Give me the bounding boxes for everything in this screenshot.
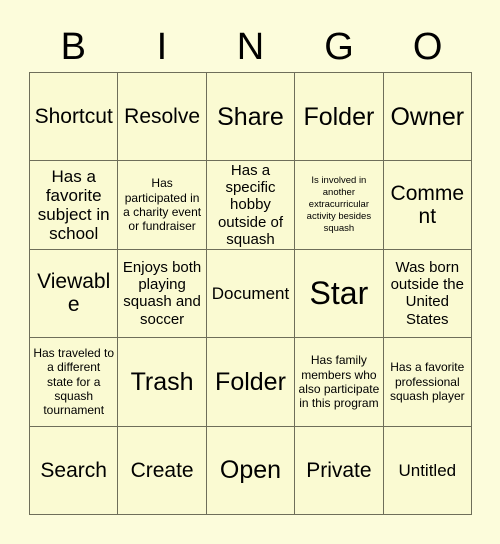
- bingo-cell-r4-c1[interactable]: Create: [118, 426, 207, 515]
- bingo-cell-r4-c4[interactable]: Untitled: [383, 426, 472, 515]
- bingo-header-letter-2: N: [236, 26, 265, 68]
- bingo-cell-label: Enjoys both playing squash and soccer: [122, 258, 202, 328]
- bingo-cell-r4-c2[interactable]: Open: [206, 426, 296, 515]
- bingo-cell-label: Share: [217, 102, 284, 131]
- bingo-cell-label: Owner: [390, 102, 465, 131]
- bingo-cell-r4-c3[interactable]: Private: [295, 426, 384, 515]
- bingo-cell-label: Folder: [303, 102, 375, 131]
- bingo-cell-r0-c4[interactable]: Owner: [383, 73, 472, 162]
- bingo-cell-label: Has traveled to a different state for a …: [33, 345, 115, 418]
- bingo-cell-r2-c4[interactable]: Was born outside the United States: [383, 249, 472, 339]
- bingo-cell-r3-c2[interactable]: Folder: [206, 338, 296, 427]
- bingo-cell-label: Comment: [390, 181, 465, 229]
- bingo-cell-r1-c2[interactable]: Has a specific hobby outside of squash: [206, 161, 296, 250]
- bingo-header-letter-0: B: [60, 26, 86, 68]
- bingo-cell-r1-c1[interactable]: Has participated in a charity event or f…: [118, 161, 207, 250]
- bingo-cell-label: Viewable: [37, 269, 111, 317]
- bingo-cell-r0-c2[interactable]: Share: [206, 73, 296, 162]
- bingo-cell-r1-c3[interactable]: Is involved in another extracurricular a…: [295, 161, 384, 250]
- bingo-grid: Shortcut Resolve Share Folder Owner Has a fav…: [29, 72, 472, 515]
- bingo-cell-r2-c2[interactable]: Document: [206, 249, 296, 339]
- bingo-cell-label: Shortcut: [34, 104, 113, 128]
- bingo-cell-label: Has family members who also participate …: [298, 353, 380, 411]
- bingo-cell-r3-c0[interactable]: Has traveled to a different state for a …: [30, 338, 119, 427]
- bingo-cell-r3-c1[interactable]: Trash: [118, 338, 207, 427]
- bingo-cell-label: Resolve: [124, 104, 201, 128]
- bingo-cell-r0-c3[interactable]: Folder: [295, 73, 384, 162]
- bingo-header-letter-1: I: [156, 26, 168, 68]
- bingo-cell-label: Trash: [130, 367, 194, 396]
- bingo-header-letter-4: O: [412, 26, 443, 68]
- bingo-cell-r3-c4[interactable]: Has a favorite professional squash playe…: [383, 338, 472, 427]
- bingo-cell-label: Document: [211, 283, 290, 303]
- bingo-cell-label: Is involved in another extracurricular a…: [306, 175, 372, 234]
- bingo-cell-r2-c3[interactable]: Star: [295, 249, 384, 339]
- bingo-cell-r2-c1[interactable]: Enjoys both playing squash and soccer: [118, 249, 207, 339]
- bingo-cell-r3-c3[interactable]: Has family members who also participate …: [295, 338, 384, 427]
- bingo-cell-label: Has a specific hobby outside of squash: [217, 161, 284, 249]
- bingo-cell-label: Private: [306, 458, 372, 482]
- bingo-cell-label: Untitled: [398, 460, 457, 480]
- bingo-cell-r4-c0[interactable]: Search: [30, 426, 119, 515]
- bingo-header-letter-3: G: [324, 26, 354, 68]
- bingo-cell-label: Folder: [215, 367, 286, 396]
- bingo-cell-r0-c1[interactable]: Resolve: [118, 73, 207, 162]
- bingo-cell-label: Search: [40, 458, 107, 482]
- bingo-header: BINGO: [29, 22, 472, 72]
- bingo-cell-label: Has participated in a charity event or f…: [123, 176, 202, 234]
- bingo-cell-label: Has a favorite professional squash playe…: [389, 360, 465, 404]
- bingo-card: B I N G O Shortcut Resolve Share Folder Owner Has…: [0, 0, 500, 544]
- bingo-cell-r1-c0[interactable]: Has a favorite subject in school: [30, 161, 119, 250]
- bingo-cell-label: Has a favorite subject in school: [37, 167, 110, 244]
- bingo-cell-label: Was born outside the United States: [390, 258, 464, 328]
- bingo-cell-r1-c4[interactable]: Comment: [383, 161, 472, 250]
- bingo-cell-label: Open: [219, 456, 282, 485]
- bingo-cell-r2-c0[interactable]: Viewable: [30, 249, 119, 339]
- bingo-cell-label: Create: [130, 458, 194, 482]
- bingo-cell-label: Star: [309, 274, 369, 311]
- bingo-cell-r0-c0[interactable]: Shortcut: [30, 73, 119, 162]
